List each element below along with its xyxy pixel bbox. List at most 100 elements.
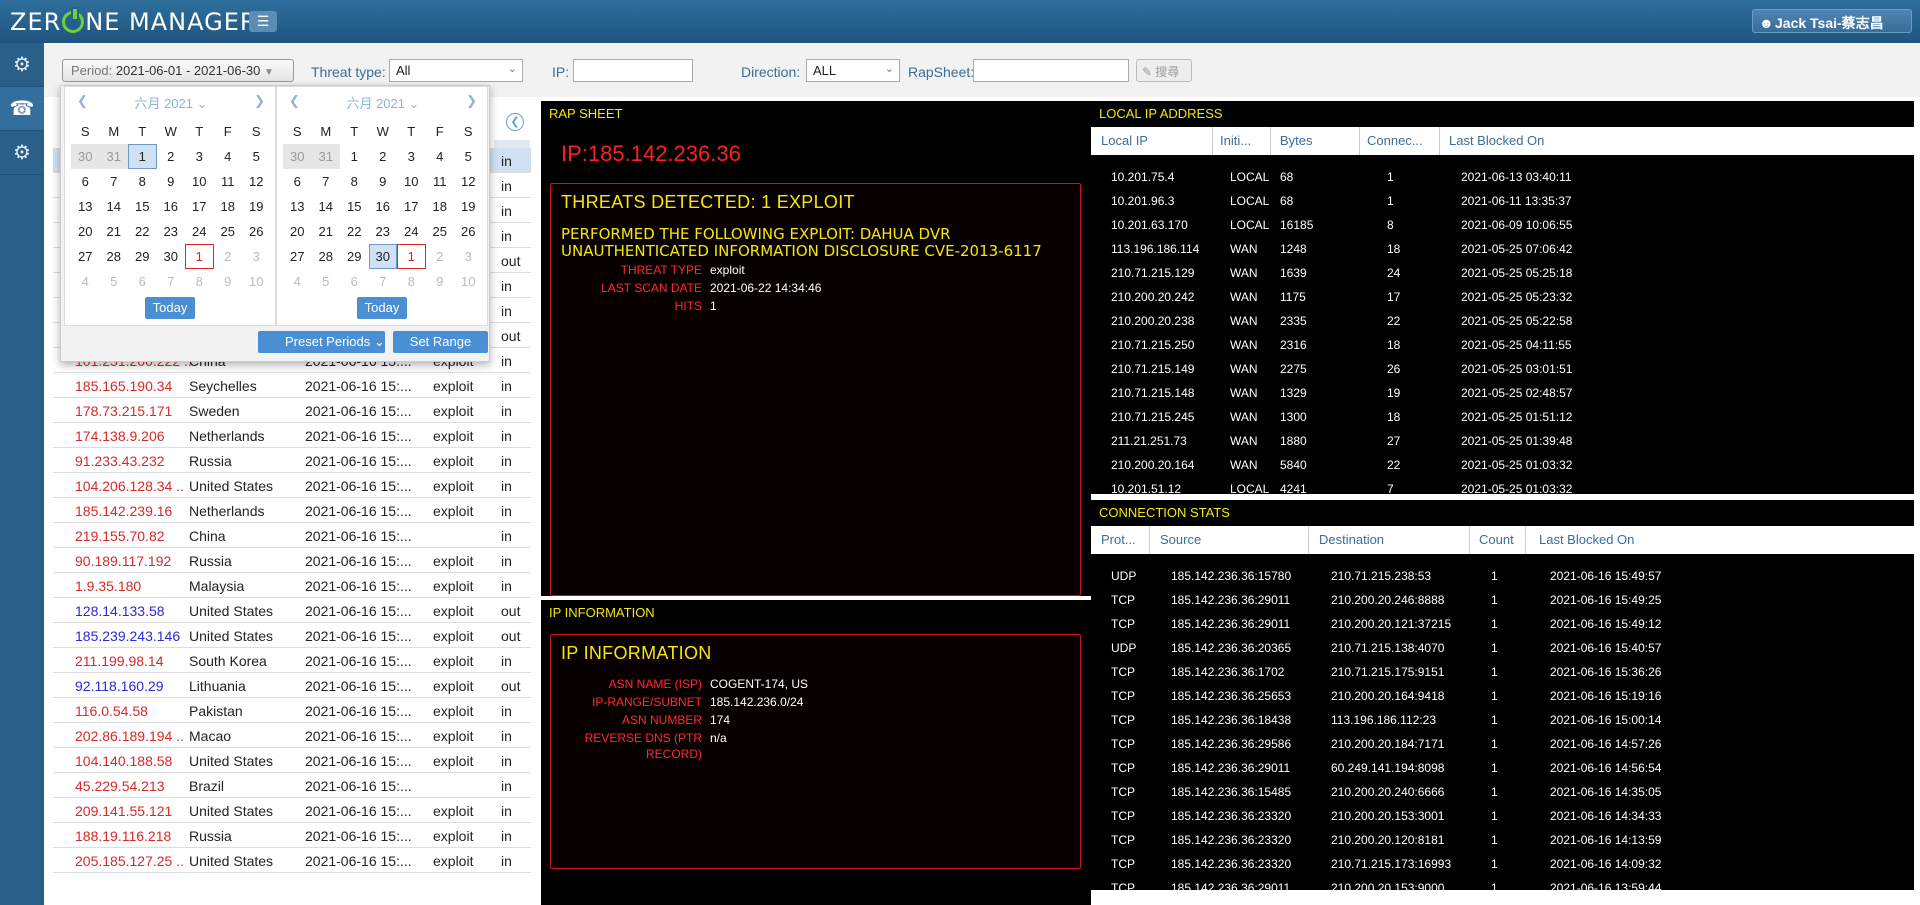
table-row[interactable]: 104.206.128.34 .. United States 2021-06-16… xyxy=(53,473,531,498)
calendar-day[interactable]: 15 xyxy=(340,194,369,219)
table-row[interactable]: TCP 185.142.236.36:15485 210.200.20.240:66… xyxy=(1091,780,1914,804)
col-count[interactable]: Count xyxy=(1479,532,1514,547)
table-row[interactable]: 210.200.20.242 WAN 1175 17 2021-05-25 05:23:… xyxy=(1091,285,1914,309)
calendar-day[interactable]: 3 xyxy=(397,144,426,169)
table-row[interactable]: 185.165.190.34 Seychelles 2021-06-16 15:..… xyxy=(53,373,531,398)
calendar-day[interactable]: 10 xyxy=(242,269,271,294)
calendar-day[interactable]: 10 xyxy=(185,169,214,194)
calendar-day[interactable]: 4 xyxy=(426,144,455,169)
set-range-button[interactable]: Set Range xyxy=(393,331,488,353)
calendar-day[interactable]: 11 xyxy=(214,169,243,194)
table-row[interactable]: TCP 185.142.236.36:18438 113.196.186.112:2… xyxy=(1091,708,1914,732)
table-row[interactable]: TCP 185.142.236.36:25653 210.200.20.164:94… xyxy=(1091,684,1914,708)
calendar-day[interactable]: 6 xyxy=(71,169,100,194)
calendar-day[interactable]: 27 xyxy=(71,244,100,269)
calendar-day[interactable]: 5 xyxy=(100,269,129,294)
calendar-day[interactable]: 20 xyxy=(71,219,100,244)
calendar-day[interactable]: 1 xyxy=(397,244,426,269)
calendar-day[interactable]: 8 xyxy=(185,269,214,294)
calendar-day[interactable]: 29 xyxy=(128,244,157,269)
calendar-day[interactable]: 16 xyxy=(369,194,398,219)
calendar-day[interactable]: 31 xyxy=(311,144,340,169)
prev-month-icon[interactable]: ❮ xyxy=(289,93,300,109)
calendar-day[interactable]: 12 xyxy=(242,169,271,194)
app-logo[interactable]: ZER NE MANAGER xyxy=(10,7,258,36)
table-row[interactable]: TCP 185.142.236.36:29011 210.200.20.121:37… xyxy=(1091,612,1914,636)
month-select-right[interactable]: 六月 2021 xyxy=(346,96,405,111)
hamburger-menu-button[interactable]: ☰ xyxy=(249,11,277,32)
calendar-day[interactable]: 4 xyxy=(214,144,243,169)
sidebar-item-settings[interactable]: ⚙ xyxy=(0,43,44,87)
calendar-day[interactable]: 4 xyxy=(283,269,312,294)
table-row[interactable]: 209.141.55.121 United States 2021-06-16 15… xyxy=(53,798,531,823)
calendar-day[interactable]: 1 xyxy=(128,144,157,169)
calendar-day[interactable]: 8 xyxy=(340,169,369,194)
table-row[interactable]: 210.71.215.250 WAN 2316 18 2021-05-25 04:11:… xyxy=(1091,333,1914,357)
calendar-day[interactable]: 30 xyxy=(157,244,186,269)
table-row[interactable]: TCP 185.142.236.36:29011 210.200.20.153:90… xyxy=(1091,876,1914,890)
table-row[interactable]: TCP 185.142.236.36:23320 210.200.20.153:30… xyxy=(1091,804,1914,828)
calendar-day[interactable]: 30 xyxy=(368,244,397,269)
table-row[interactable]: UDP 185.142.236.36:15780 210.71.215.238:53… xyxy=(1091,564,1914,588)
col-protocol[interactable]: Prot... xyxy=(1101,532,1136,547)
table-row[interactable]: 10.201.96.3 LOCAL 68 1 2021-06-11 13:35:37 xyxy=(1091,189,1914,213)
calendar-day[interactable]: 13 xyxy=(71,194,100,219)
table-row[interactable]: 211.199.98.14 South Korea 2021-06-16 15:..… xyxy=(53,648,531,673)
calendar-day[interactable]: 28 xyxy=(100,244,129,269)
calendar-day[interactable]: 18 xyxy=(214,194,243,219)
table-row[interactable]: 178.73.215.171 Sweden 2021-06-16 15:... exp… xyxy=(53,398,531,423)
today-button-right[interactable]: Today xyxy=(357,297,407,319)
search-button[interactable]: ✎ 搜尋 xyxy=(1136,59,1192,82)
calendar-day[interactable]: 7 xyxy=(157,269,186,294)
table-row[interactable]: 219.155.70.82 China 2021-06-16 15:... in xyxy=(53,523,531,548)
calendar-day[interactable]: 24 xyxy=(185,219,214,244)
calendar-day[interactable]: 22 xyxy=(128,219,157,244)
calendar-day[interactable]: 30 xyxy=(71,144,100,169)
table-row[interactable]: TCP 185.142.236.36:23320 210.71.215.173:16… xyxy=(1091,852,1914,876)
table-row[interactable]: 10.201.63.170 LOCAL 16185 8 2021-06-09 10:06… xyxy=(1091,213,1914,237)
calendar-day[interactable]: 10 xyxy=(397,169,426,194)
col-bytes[interactable]: Bytes xyxy=(1280,133,1313,148)
calendar-day[interactable]: 6 xyxy=(283,169,312,194)
col-last-blocked[interactable]: Last Blocked On xyxy=(1449,133,1544,148)
calendar-day[interactable]: 23 xyxy=(157,219,186,244)
next-month-icon[interactable]: ❯ xyxy=(254,93,265,109)
table-row[interactable]: TCP 185.142.236.36:23320 210.200.20.120:81… xyxy=(1091,828,1914,852)
col-initiator[interactable]: Initi... xyxy=(1220,133,1270,148)
table-row[interactable]: 211.21.251.73 WAN 1880 27 2021-05-25 01:39:4… xyxy=(1091,429,1914,453)
calendar-day[interactable]: 27 xyxy=(283,244,312,269)
table-row[interactable]: 45.229.54.213 Brazil 2021-06-16 15:... in xyxy=(53,773,531,798)
table-row[interactable]: 210.200.20.164 WAN 5840 22 2021-05-25 01:03:… xyxy=(1091,453,1914,477)
table-row[interactable]: TCP 185.142.236.36:1702 210.71.215.175:915… xyxy=(1091,660,1914,684)
table-row[interactable]: 91.233.43.232 Russia 2021-06-16 15:... expl… xyxy=(53,448,531,473)
calendar-day[interactable]: 10 xyxy=(454,269,483,294)
col-conn-last-blocked[interactable]: Last Blocked On xyxy=(1539,532,1634,547)
calendar-day[interactable]: 14 xyxy=(312,194,341,219)
table-row[interactable]: 10.201.75.4 LOCAL 68 1 2021-06-13 03:40:11 xyxy=(1091,165,1914,189)
calendar-day[interactable]: 21 xyxy=(312,219,341,244)
calendar-day[interactable]: 9 xyxy=(157,169,186,194)
calendar-day[interactable]: 2 xyxy=(157,144,186,169)
table-row[interactable]: 90.189.117.192 Russia 2021-06-16 15:... exp… xyxy=(53,548,531,573)
col-local-ip[interactable]: Local IP xyxy=(1101,133,1148,148)
table-row[interactable]: 205.185.127.25 .. United States 2021-06-16… xyxy=(53,848,531,873)
calendar-day[interactable]: 26 xyxy=(454,219,483,244)
calendar-day[interactable]: 24 xyxy=(397,219,426,244)
calendar-day[interactable]: 2 xyxy=(426,244,455,269)
calendar-day[interactable]: 11 xyxy=(426,169,455,194)
calendar-day[interactable]: 7 xyxy=(369,269,398,294)
calendar-day[interactable]: 20 xyxy=(283,219,312,244)
calendar-day[interactable]: 30 xyxy=(283,144,312,169)
calendar-day[interactable]: 23 xyxy=(369,219,398,244)
calendar-day[interactable]: 19 xyxy=(454,194,483,219)
today-button-left[interactable]: Today xyxy=(145,297,195,319)
table-row[interactable]: 210.71.215.148 WAN 1329 19 2021-05-25 02:48:… xyxy=(1091,381,1914,405)
calendar-day[interactable]: 1 xyxy=(185,244,214,269)
calendar-day[interactable]: 14 xyxy=(100,194,129,219)
table-row[interactable]: 210.71.215.129 WAN 1639 24 2021-05-25 05:25:… xyxy=(1091,261,1914,285)
table-row[interactable]: 174.138.9.206 Netherlands 2021-06-16 15:..… xyxy=(53,423,531,448)
threat-type-select[interactable]: All ⌄ xyxy=(389,59,523,82)
calendar-day[interactable]: 5 xyxy=(242,144,271,169)
calendar-day[interactable]: 25 xyxy=(426,219,455,244)
calendar-day[interactable]: 5 xyxy=(312,269,341,294)
